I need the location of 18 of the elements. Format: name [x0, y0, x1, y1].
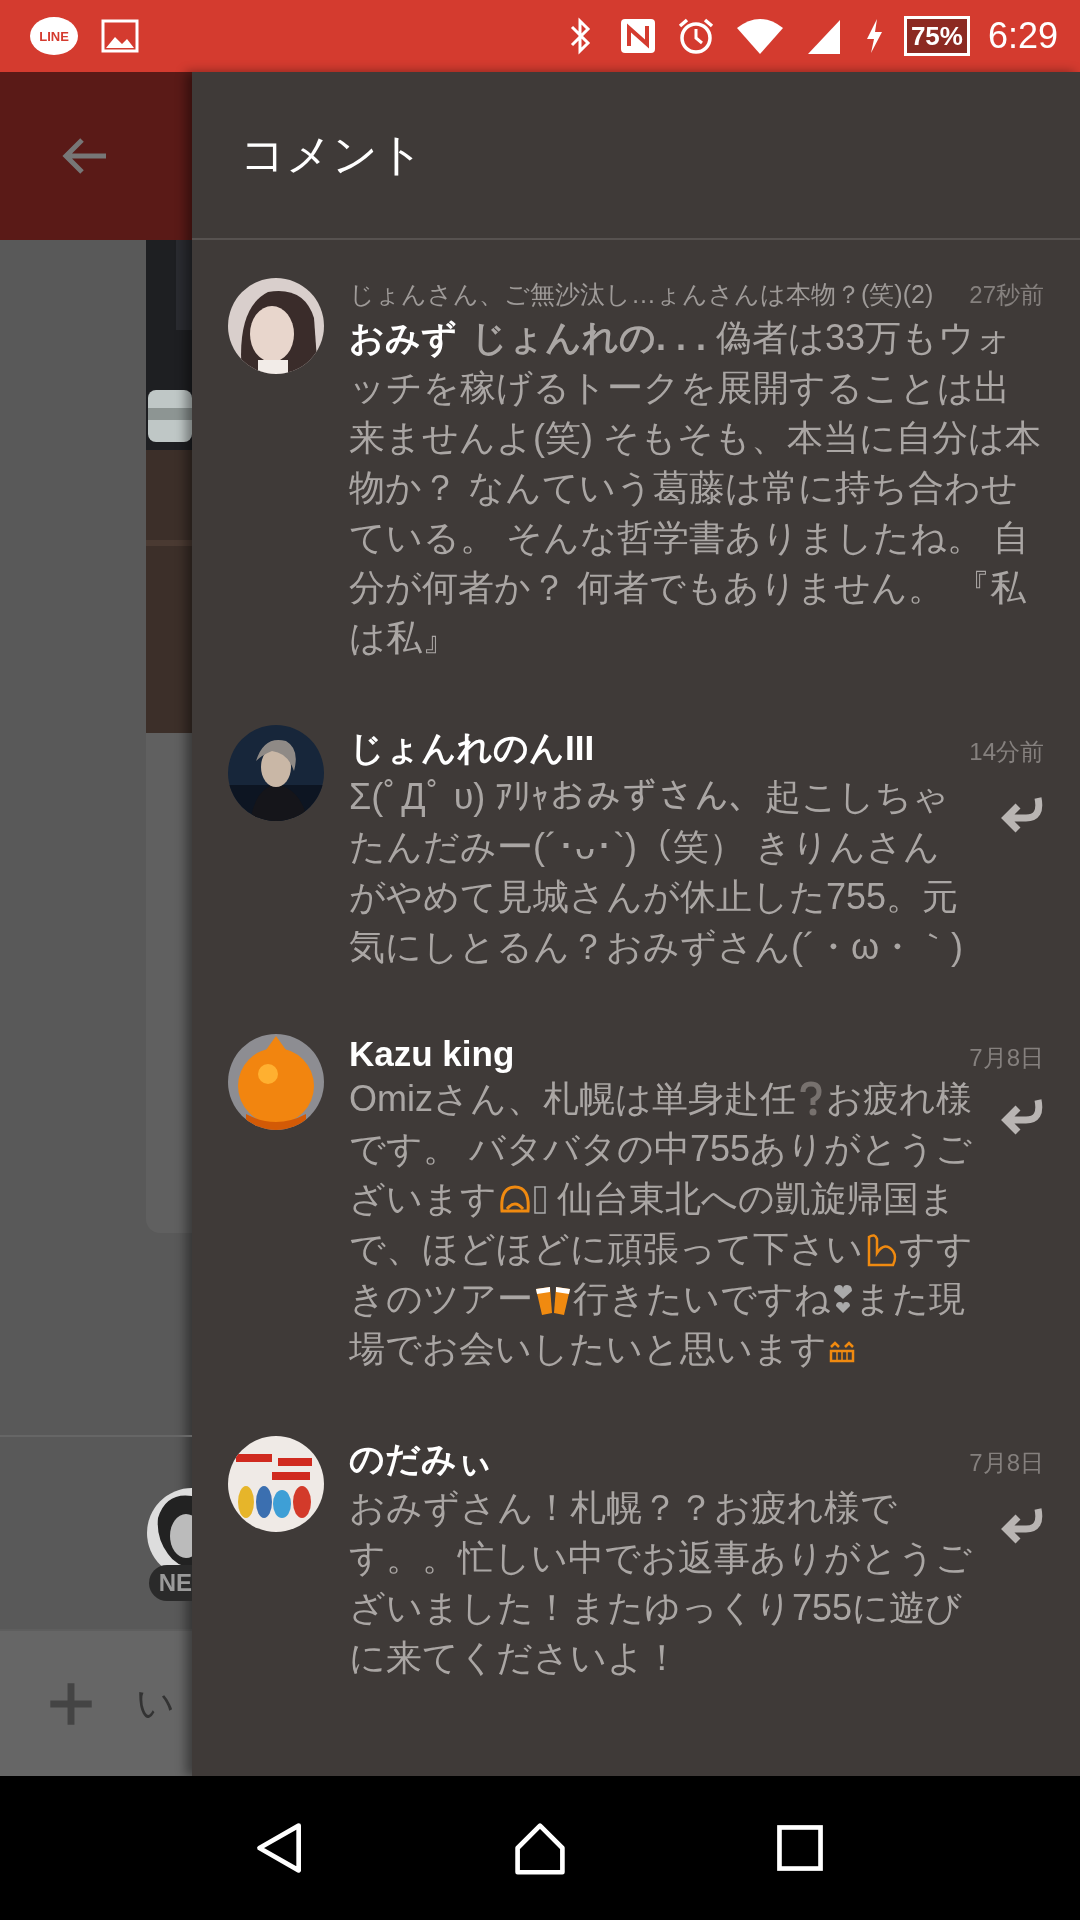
- new-badge: NE: [148, 1565, 192, 1601]
- author-name: じょんれのんIII: [349, 727, 595, 769]
- timestamp: 7月8日: [969, 1043, 1044, 1073]
- quoted-comment: じょんさん、ご無沙汰し…ょんさんは本物？(笑)(2): [349, 279, 934, 310]
- home-icon[interactable]: [512, 1820, 568, 1876]
- timestamp: 7月8日: [969, 1448, 1044, 1478]
- timestamp: 27秒前: [969, 280, 1044, 310]
- comment-text: おみず じょんれの. . . 偽者は33万もウォッチを稼げるトークを展開することは出来ませんよ(笑) そもそも、本当に自分は本物か？ なんていう葛藤は常に持ち合わせている。 そんな哲学書ありましたね。 自分が何者か？ 何者でもありません。 『私は私』: [349, 316, 1042, 660]
- comment-text: Omizさん、札幌は単身赴任 お疲れ様です。 バタバタの中755ありがとうございます 仙台東北への凱旋帰国まで、ほどほどに頑張って下さい すすきのツアー 行きたいですね また現場でお会いしたいと思います: [349, 1077, 974, 1371]
- author-name: のだみぃ: [349, 1438, 493, 1480]
- battery-level: 75%: [903, 16, 970, 56]
- line-app-badge: LINE: [30, 17, 78, 55]
- timestamp: 14分前: [969, 737, 1044, 767]
- comment-text: Σ(ﾟДﾟ υ) ｱﾘｬおみずさん、起こしちゃたんだみー(´･ᴗ･`)（笑） きりんさんがやめて見城さんが休止した755。元気にしとるん？おみずさん(´・ω・｀): [349, 775, 965, 969]
- clock-time: 6:29: [987, 15, 1058, 57]
- drawer-title: コメント: [240, 128, 424, 182]
- author-name: Kazu king: [349, 1034, 515, 1074]
- comment-text: おみずさん！札幌？？お疲れ様です。。忙しい中でお返事ありがとうございました！またゆっくり755に遊びに来てくださいよ！: [349, 1486, 973, 1680]
